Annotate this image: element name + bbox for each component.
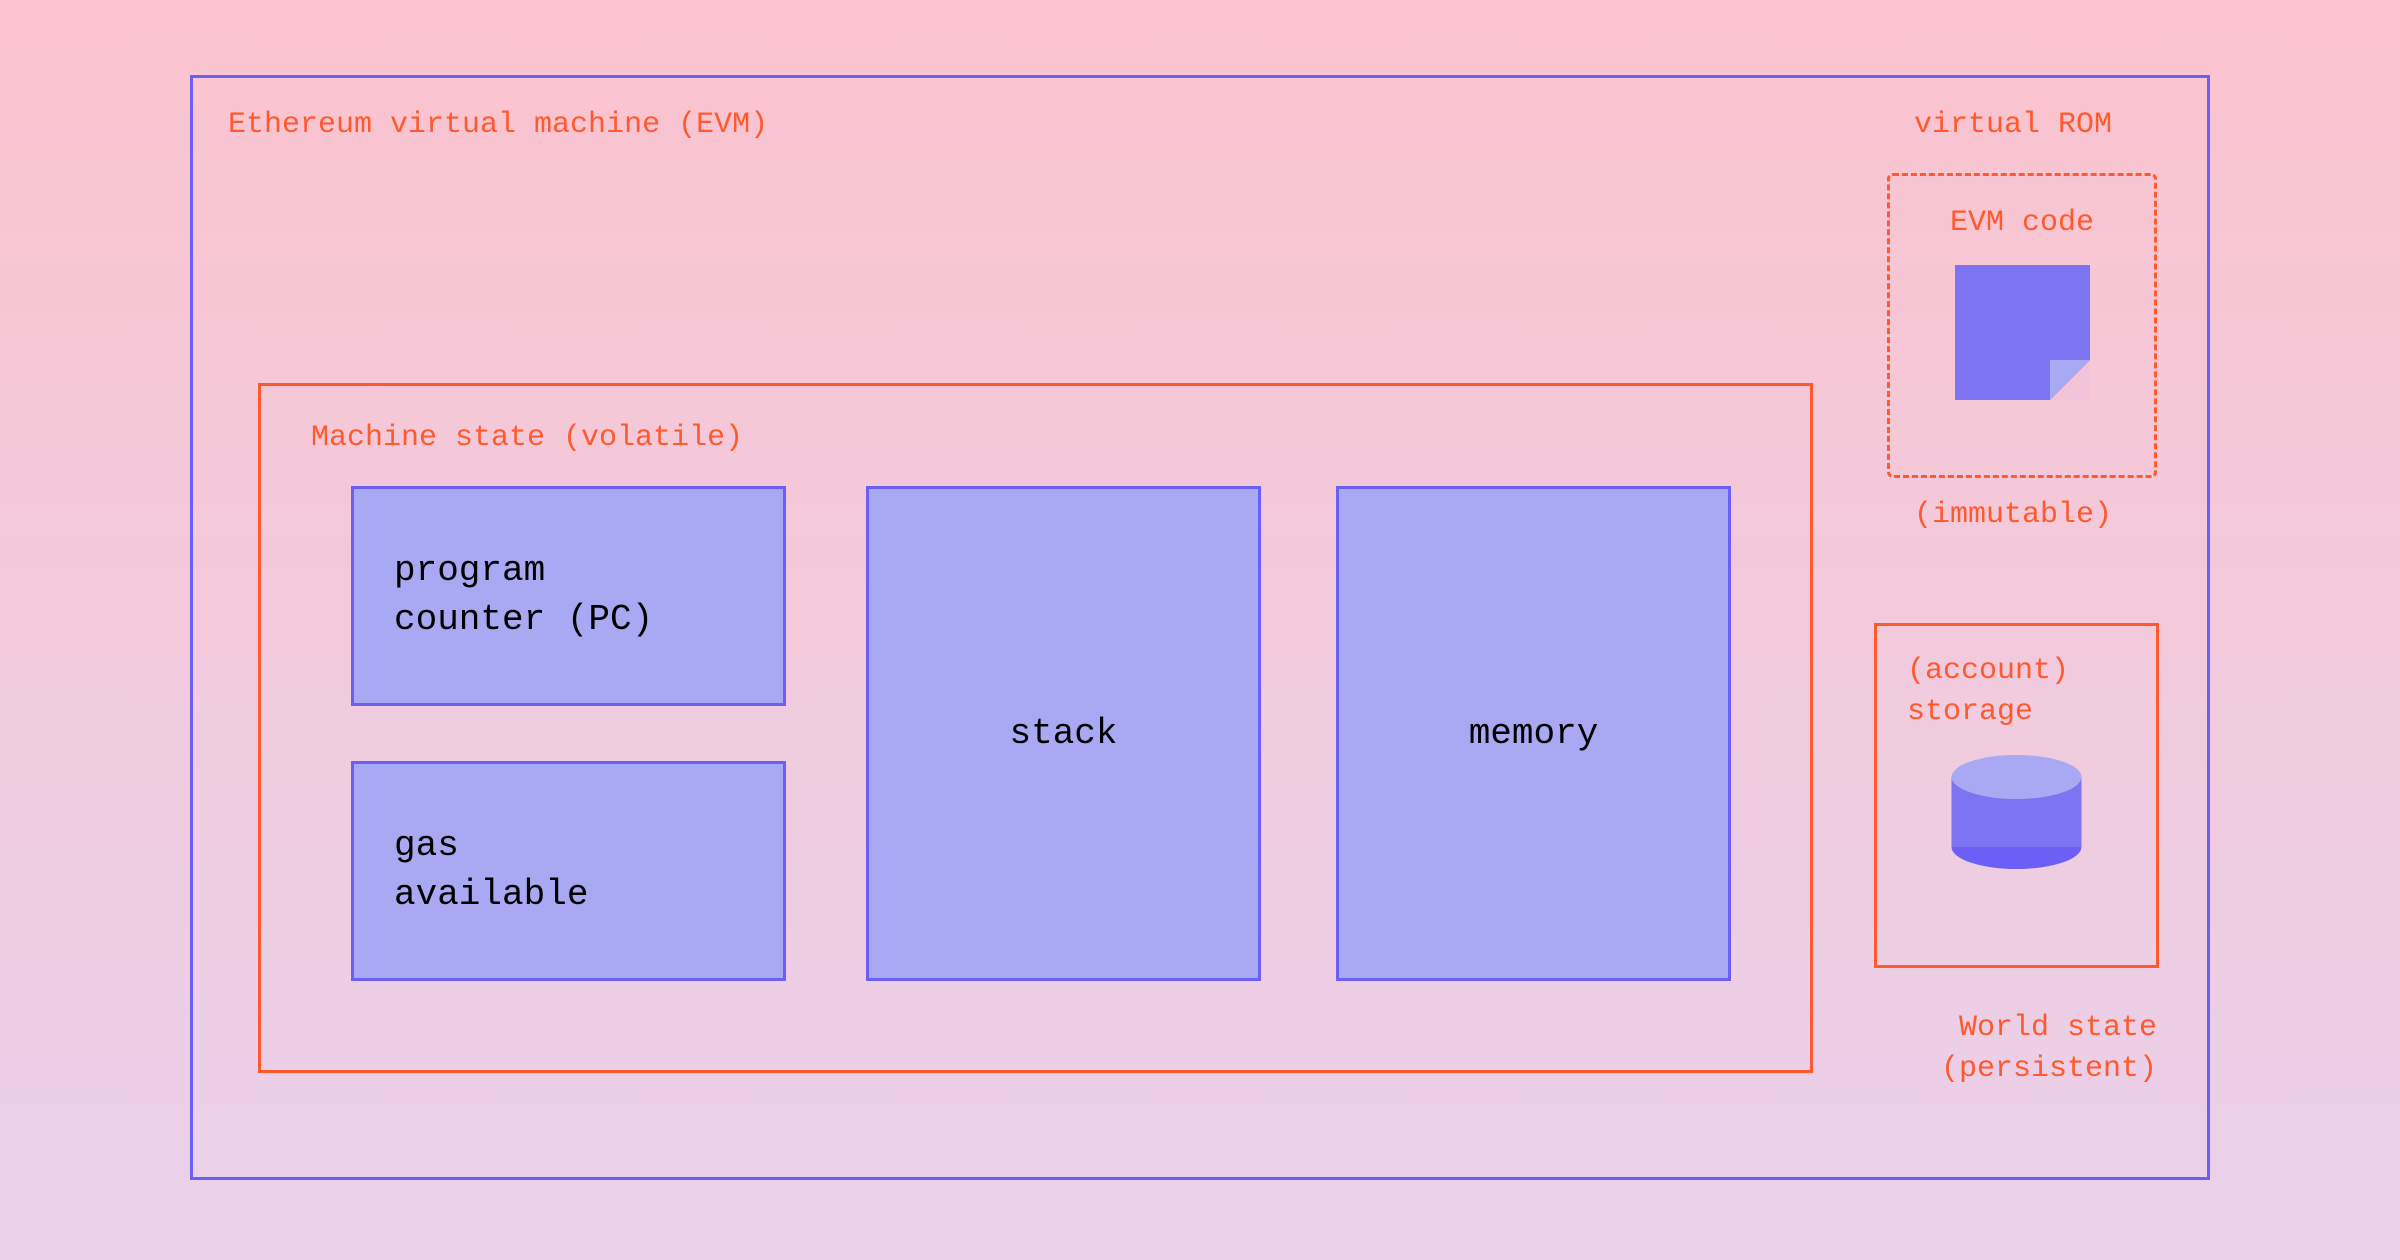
program-counter-box: program counter (PC) [351, 486, 786, 706]
immutable-label: (immutable) [1914, 498, 2112, 532]
machine-state-box: Machine state (volatile) program counter… [258, 383, 1813, 1073]
memory-label: memory [1469, 713, 1599, 754]
world-state-label: World state (persistent) [1941, 1008, 2157, 1089]
machine-state-title: Machine state (volatile) [311, 421, 743, 455]
evm-code-label: EVM code [1950, 206, 2094, 240]
memory-box: memory [1336, 486, 1731, 981]
stack-box: stack [866, 486, 1261, 981]
evm-container: Ethereum virtual machine (EVM) Machine s… [190, 75, 2210, 1180]
storage-box: (account) storage [1874, 623, 2159, 968]
code-file-icon [1955, 265, 2090, 400]
program-counter-label: program counter (PC) [394, 547, 653, 644]
virtual-rom-label: virtual ROM [1914, 108, 2112, 142]
database-cylinder-icon [1949, 752, 2084, 872]
evm-title: Ethereum virtual machine (EVM) [228, 108, 768, 142]
virtual-rom-box: EVM code [1887, 173, 2157, 478]
stack-label: stack [1009, 713, 1117, 754]
gas-available-box: gas available [351, 761, 786, 981]
storage-label: (account) storage [1877, 651, 2069, 732]
gas-available-label: gas available [394, 822, 588, 919]
